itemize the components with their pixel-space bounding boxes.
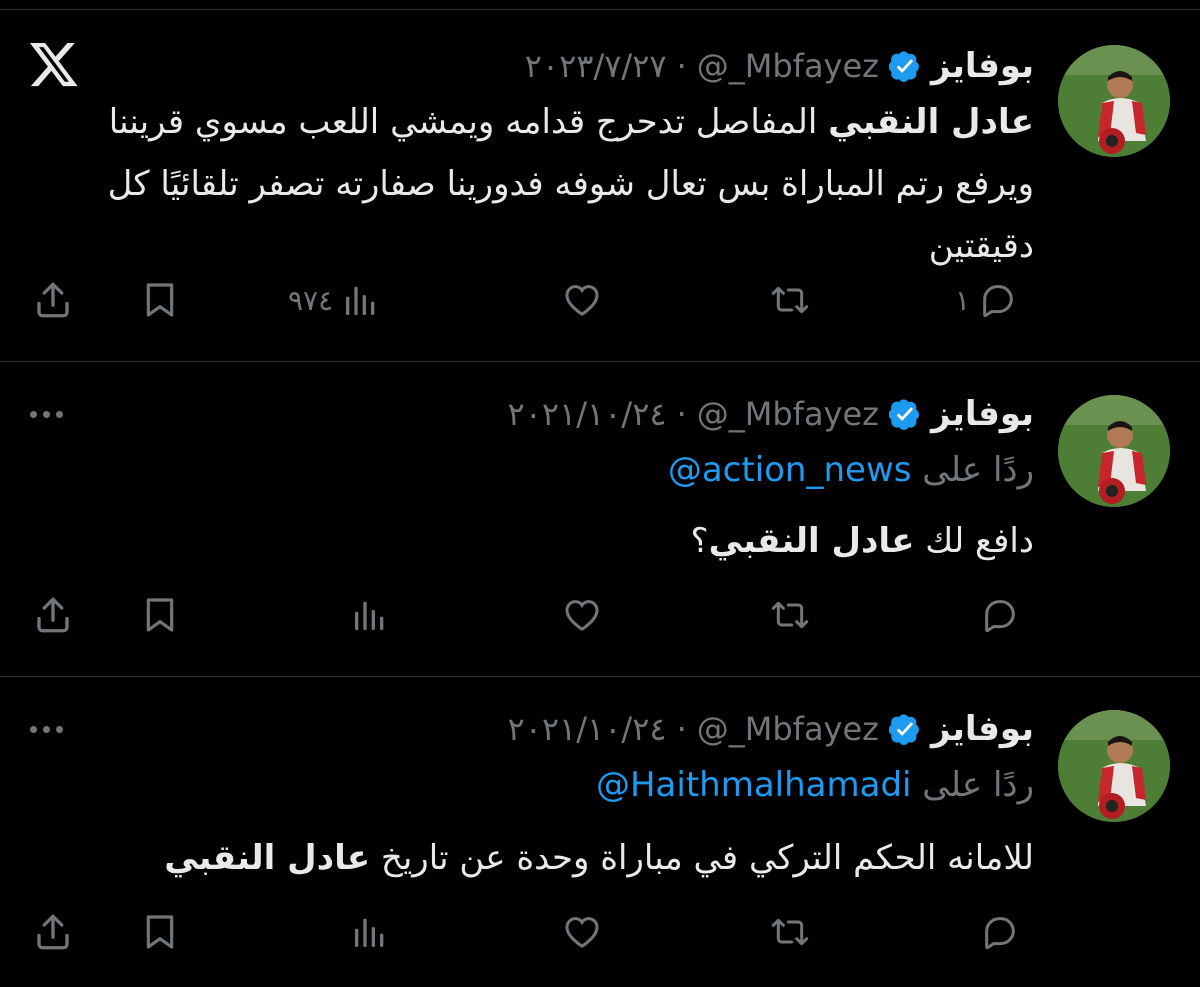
more-icon[interactable] xyxy=(30,407,70,421)
separator-dot: · xyxy=(676,395,687,433)
share-button[interactable] xyxy=(32,590,74,640)
tweet-text-before: للامانه الحكم التركي في مباراة وحدة عن ت… xyxy=(370,838,1034,878)
bookmark-icon xyxy=(146,598,174,632)
display-name[interactable]: بوفايز xyxy=(931,709,1034,749)
tweet-2[interactable]: بوفايز @_Mbfayez · ٢٠٢١/١٠/٢٤ ردًا على @… xyxy=(0,362,1200,676)
views-icon xyxy=(346,286,375,315)
share-button[interactable] xyxy=(32,907,74,957)
handle[interactable]: @_Mbfayez xyxy=(697,395,879,433)
tweet-date[interactable]: ٢٠٢١/١٠/٢٤ xyxy=(508,710,667,748)
handle[interactable]: @_Mbfayez xyxy=(697,710,879,748)
retweet-button[interactable] xyxy=(768,907,812,957)
x-logo-icon[interactable] xyxy=(28,38,80,90)
tweet-text-after: ؟ xyxy=(690,521,709,561)
retweet-button[interactable] xyxy=(768,275,812,325)
views-button[interactable] xyxy=(350,590,390,640)
tweet-1[interactable]: بوفايز @_Mbfayez · ٢٠٢٣/٧/٢٧ عادل النقبي… xyxy=(0,0,1200,362)
tweet-header: بوفايز @_Mbfayez · ٢٠٢١/١٠/٢٤ xyxy=(508,390,1034,438)
share-icon xyxy=(37,597,69,633)
tweet-date[interactable]: ٢٠٢٣/٧/٢٧ xyxy=(525,47,667,85)
display-name[interactable]: بوفايز xyxy=(931,46,1034,86)
reply-icon xyxy=(985,917,1015,950)
views-button[interactable] xyxy=(350,907,390,957)
verified-badge-icon xyxy=(888,50,921,82)
display-name[interactable]: بوفايز xyxy=(931,394,1034,434)
views-button[interactable]: ٩٧٤ xyxy=(288,275,381,325)
reply-button[interactable] xyxy=(980,590,1020,640)
replying-to-label: ردًا على xyxy=(922,450,1034,490)
handle[interactable]: @_Mbfayez xyxy=(697,47,879,85)
reply-button[interactable] xyxy=(980,907,1020,957)
like-button[interactable] xyxy=(560,907,604,957)
retweet-button[interactable] xyxy=(768,590,812,640)
separator-dot: · xyxy=(676,710,687,748)
bookmark-button[interactable] xyxy=(140,275,180,325)
bold-mention: عادل النقبي xyxy=(164,838,371,878)
replying-to: ردًا على @action_news xyxy=(668,450,1034,490)
more-icon[interactable] xyxy=(30,722,70,736)
tweet-text: للامانه الحكم التركي في مباراة وحدة عن ت… xyxy=(164,827,1034,889)
bookmark-button[interactable] xyxy=(140,590,180,640)
tweet-header: بوفايز @_Mbfayez · ٢٠٢١/١٠/٢٤ xyxy=(508,705,1034,753)
reply-mention-link[interactable]: @Haithmalhamadi xyxy=(596,765,912,805)
tweet-feed: بوفايز @_Mbfayez · ٢٠٢٣/٧/٢٧ عادل النقبي… xyxy=(0,0,1200,987)
heart-icon xyxy=(565,917,599,948)
retweet-icon xyxy=(771,286,809,314)
share-icon xyxy=(37,914,69,950)
heart-icon xyxy=(565,600,599,631)
avatar[interactable] xyxy=(1058,710,1170,822)
share-button[interactable] xyxy=(32,275,74,325)
tweet-text: دافع لك عادل النقبي؟ xyxy=(691,510,1034,572)
avatar[interactable] xyxy=(1058,395,1170,507)
reply-icon xyxy=(985,600,1015,633)
bold-mention: عادل النقبي xyxy=(708,521,915,561)
heart-icon xyxy=(565,285,599,316)
retweet-icon xyxy=(771,601,809,629)
tweet-header: بوفايز @_Mbfayez · ٢٠٢٣/٧/٢٧ xyxy=(525,42,1034,90)
tweet-3[interactable]: بوفايز @_Mbfayez · ٢٠٢١/١٠/٢٤ ردًا على @… xyxy=(0,677,1200,987)
views-icon xyxy=(355,918,384,947)
replying-to-label: ردًا على xyxy=(922,765,1034,805)
share-icon xyxy=(37,282,69,318)
reply-icon xyxy=(983,285,1013,318)
tweet-text: عادل النقبي المفاصل تدحرج قدامه ويمشي ال… xyxy=(34,91,1034,277)
bold-mention: عادل النقبي xyxy=(828,102,1034,142)
tweet-date[interactable]: ٢٠٢١/١٠/٢٤ xyxy=(508,395,667,433)
bookmark-button[interactable] xyxy=(140,907,180,957)
bookmark-icon xyxy=(146,915,174,949)
like-button[interactable] xyxy=(560,590,604,640)
action-bar xyxy=(0,907,1200,957)
tweet-text-before: دافع لك xyxy=(914,521,1034,561)
retweet-icon xyxy=(771,918,809,946)
reply-mention-link[interactable]: @action_news xyxy=(668,450,912,490)
separator-dot: · xyxy=(676,47,687,85)
view-count: ٩٧٤ xyxy=(288,283,334,317)
views-icon xyxy=(355,601,384,630)
action-bar xyxy=(0,590,1200,640)
reply-count: ١ xyxy=(955,283,971,317)
action-bar: ١ ٩٧٤ xyxy=(0,275,1200,325)
avatar[interactable] xyxy=(1058,45,1170,157)
bookmark-icon xyxy=(146,283,174,317)
like-button[interactable] xyxy=(560,275,604,325)
verified-badge-icon xyxy=(888,398,921,430)
replying-to: ردًا على @Haithmalhamadi xyxy=(596,765,1034,805)
reply-button[interactable]: ١ xyxy=(955,275,1018,325)
verified-badge-icon xyxy=(888,713,921,745)
